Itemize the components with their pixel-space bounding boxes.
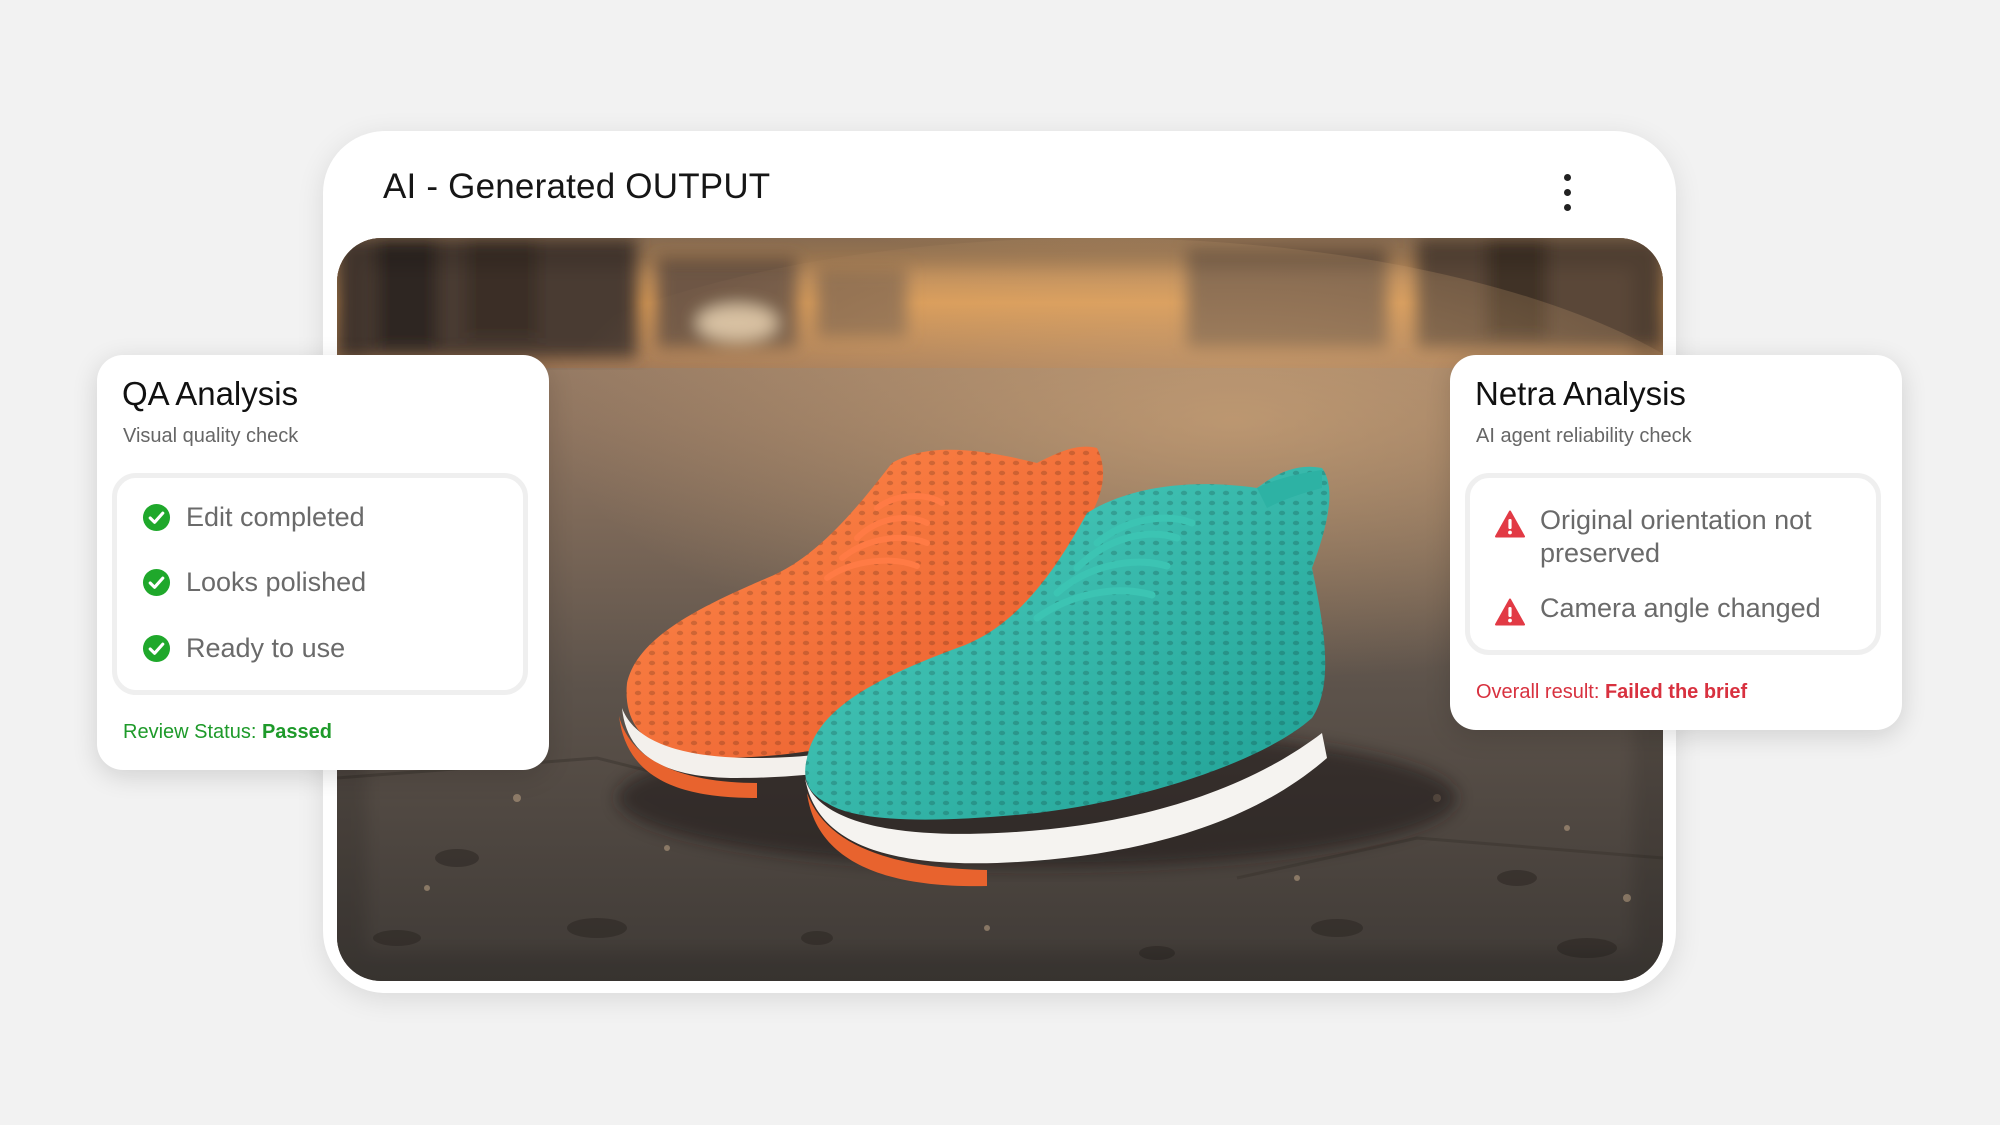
check-item-label: Looks polished	[186, 567, 367, 597]
check-item-ready-to-use: Ready to use	[142, 633, 345, 664]
overall-result-value: Failed the brief	[1604, 681, 1748, 703]
qa-card-title: QA Analysis	[122, 375, 299, 412]
check-item-label: Ready to use	[186, 633, 346, 663]
check-circle-icon	[142, 634, 171, 663]
issue-item-label: Original orientation not preserved	[1540, 505, 1812, 568]
qa-analysis-card: QA Analysis Visual quality check Edit co…	[97, 355, 549, 770]
issue-item-orientation: Original orientation not preserved	[1495, 504, 1860, 570]
review-status: Review Status: Passed	[123, 721, 332, 744]
more-vertical-icon[interactable]	[1545, 167, 1589, 217]
check-circle-icon	[142, 503, 171, 532]
review-status-value: Passed	[261, 721, 333, 743]
check-circle-icon	[142, 568, 171, 597]
issue-item-camera-angle: Camera angle changed	[1495, 592, 1860, 626]
netra-analysis-card: Netra Analysis AI agent reliability chec…	[1450, 355, 1902, 730]
warning-triangle-icon	[1495, 510, 1525, 538]
netra-issue-list: Original orientation not preserved Camer…	[1465, 473, 1881, 655]
overall-result: Overall result: Failed the brief	[1476, 681, 1747, 704]
check-item-looks-polished: Looks polished	[142, 567, 366, 598]
check-item-edit-completed: Edit completed	[142, 502, 365, 533]
review-status-label: Review Status:	[123, 721, 257, 743]
check-item-label: Edit completed	[186, 502, 365, 532]
netra-card-title: Netra Analysis	[1475, 375, 1686, 412]
qa-card-subtitle: Visual quality check	[123, 425, 299, 447]
qa-checklist: Edit completed Looks polished Ready to u…	[112, 473, 528, 695]
output-title: AI - Generated OUTPUT	[383, 167, 771, 206]
issue-item-label: Camera angle changed	[1540, 593, 1821, 623]
warning-triangle-icon	[1495, 598, 1525, 626]
overall-result-label: Overall result:	[1476, 681, 1600, 703]
netra-card-subtitle: AI agent reliability check	[1476, 425, 1692, 447]
